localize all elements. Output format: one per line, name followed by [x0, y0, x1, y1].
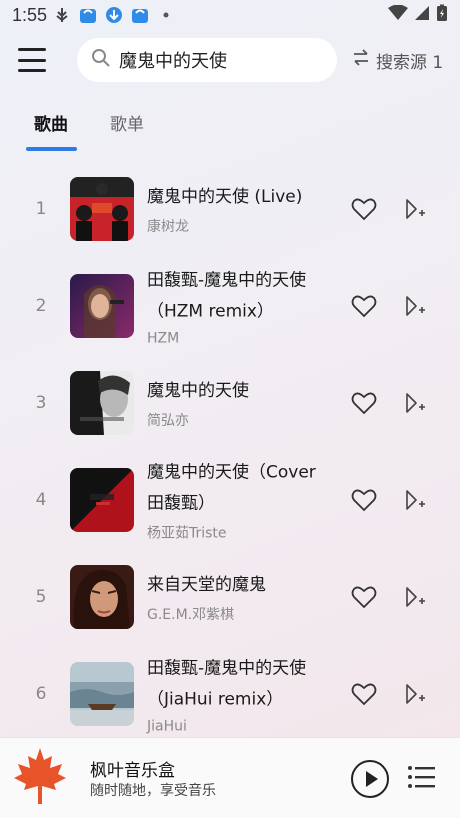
favorite-heart-icon[interactable]: [351, 681, 377, 707]
favorite-heart-icon[interactable]: [351, 487, 377, 513]
song-cover-image: [70, 661, 134, 726]
song-row[interactable]: 6 田馥甄-魔鬼中的天使 （JiaHui remix） JiaHui: [0, 645, 460, 742]
song-row[interactable]: 5 来自天堂的魔鬼 G.E.M.邓紫棋: [0, 548, 460, 645]
song-index: 4: [35, 489, 47, 510]
song-title: 来自天堂的魔鬼: [147, 574, 266, 595]
menu-icon-line: [18, 58, 46, 62]
usb-icon: [53, 6, 71, 24]
maple-leaf-logo-icon: [12, 746, 68, 806]
song-index: 2: [35, 295, 47, 316]
song-row[interactable]: 3 魔鬼中的天使 简弘亦: [0, 354, 460, 451]
favorite-heart-icon[interactable]: [351, 293, 377, 319]
favorite-heart-icon[interactable]: [351, 390, 377, 416]
download-notification-icon: [105, 6, 123, 24]
top-bar: 魔鬼中的天使 搜索源 1: [0, 36, 460, 84]
add-to-playlist-icon[interactable]: [403, 294, 427, 318]
song-info: 魔鬼中的天使 (Live) 康树龙: [147, 182, 332, 236]
battery-charging-icon: [436, 4, 448, 27]
store-notification-icon: [79, 6, 97, 24]
song-index: 3: [35, 392, 47, 413]
song-info: 田馥甄-魔鬼中的天使 （HZM remix） HZM: [147, 265, 332, 346]
tab-songs[interactable]: 歌曲: [34, 110, 68, 135]
song-info: 魔鬼中的天使（Cover 田馥甄） 杨亚茹Triste: [147, 457, 332, 542]
tab-indicator: [26, 147, 77, 151]
add-to-playlist-icon[interactable]: [403, 585, 427, 609]
song-title-line-1: 魔鬼中的天使（Cover: [147, 462, 316, 482]
search-icon: [91, 48, 111, 72]
song-info: 魔鬼中的天使 简弘亦: [147, 376, 332, 430]
song-cover-image: [70, 176, 134, 241]
song-row[interactable]: 4 魔鬼中的天使（Cover 田馥甄） 杨亚茹Triste: [0, 451, 460, 548]
status-time: 1:55: [12, 4, 48, 25]
song-cover-image: [70, 467, 134, 532]
search-source-label: 搜索源 1: [376, 53, 444, 73]
song-title-line-2: （JiaHui remix）: [147, 689, 284, 709]
song-row[interactable]: 1 魔鬼中的天使 (Live) 康树龙: [0, 160, 460, 257]
favorite-heart-icon[interactable]: [351, 196, 377, 222]
add-to-playlist-icon[interactable]: [403, 197, 427, 221]
signal-icon: [414, 5, 430, 26]
song-info: 田馥甄-魔鬼中的天使 （JiaHui remix） JiaHui: [147, 653, 332, 734]
tab-playlists[interactable]: 歌单: [110, 110, 144, 135]
wifi-icon: [388, 4, 408, 26]
add-to-playlist-icon[interactable]: [403, 391, 427, 415]
add-to-playlist-icon[interactable]: [403, 682, 427, 706]
favorite-heart-icon[interactable]: [351, 584, 377, 610]
song-cover-image: [70, 564, 134, 629]
song-list: 1 魔鬼中的天使 (Live) 康树龙 2 田馥甄-魔鬼中的天使 （HZM re…: [0, 160, 460, 742]
playlist-queue-icon[interactable]: [407, 765, 435, 789]
menu-icon-line: [18, 48, 46, 51]
song-index: 5: [35, 586, 47, 607]
play-button[interactable]: [350, 759, 390, 799]
tab-bar: 歌曲 歌单: [0, 104, 460, 152]
song-cover-image: [70, 370, 134, 435]
song-info: 来自天堂的魔鬼 G.E.M.邓紫棋: [147, 570, 332, 624]
search-input[interactable]: 魔鬼中的天使: [77, 38, 337, 82]
song-artist: G.E.M.邓紫棋: [147, 606, 235, 623]
swap-icon: [352, 49, 370, 72]
song-artist: 康树龙: [147, 218, 189, 235]
search-source-button[interactable]: 搜索源 1: [352, 48, 443, 73]
store-notification-icon: [131, 6, 149, 24]
song-cover-image: [70, 273, 134, 338]
song-title-line-2: （HZM remix）: [147, 301, 274, 321]
player-title: 枫叶音乐盒: [90, 761, 175, 781]
song-title-line-2: 田馥甄）: [147, 493, 215, 513]
song-row[interactable]: 2 田馥甄-魔鬼中的天使 （HZM remix） HZM: [0, 257, 460, 354]
song-artist: 简弘亦: [147, 412, 189, 429]
player-subtitle: 随时随地，享受音乐: [90, 783, 216, 799]
more-notifications-dot-icon: [157, 6, 175, 24]
menu-button[interactable]: [18, 48, 46, 72]
menu-icon-line: [18, 69, 46, 72]
song-title: 魔鬼中的天使: [147, 380, 249, 401]
song-artist: 杨亚茹Triste: [147, 525, 227, 541]
song-title: 魔鬼中的天使 (Live): [147, 186, 303, 207]
song-title-line-1: 田馥甄-魔鬼中的天使: [147, 270, 307, 290]
add-to-playlist-icon[interactable]: [403, 488, 427, 512]
mini-player[interactable]: 枫叶音乐盒 随时随地，享受音乐: [0, 737, 460, 818]
song-title-line-1: 田馥甄-魔鬼中的天使: [147, 658, 307, 678]
song-index: 6: [35, 683, 47, 704]
status-bar: 1:55: [0, 0, 460, 30]
song-index: 1: [35, 198, 47, 219]
song-artist: JiaHui: [147, 718, 187, 734]
song-artist: HZM: [147, 330, 180, 346]
search-query-text: 魔鬼中的天使: [119, 51, 227, 72]
